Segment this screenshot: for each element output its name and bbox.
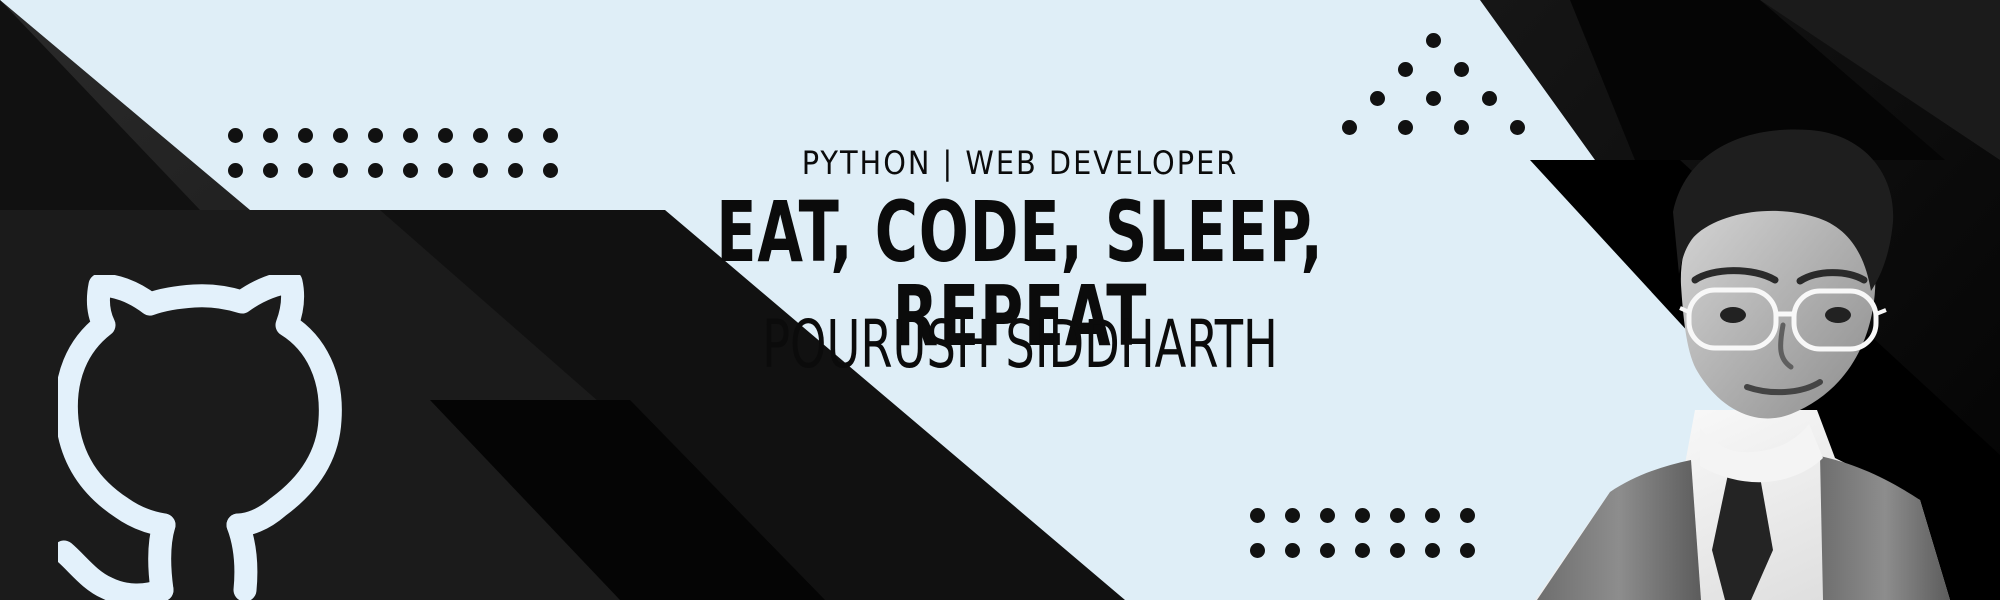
dot <box>228 128 243 143</box>
dot <box>1370 91 1385 106</box>
dot <box>1390 508 1405 523</box>
dot <box>1426 33 1441 48</box>
dot <box>263 128 278 143</box>
role-subtitle: PYTHON | WEB DEVELOPER <box>801 144 1239 182</box>
dot <box>543 128 558 143</box>
dot <box>1342 120 1357 135</box>
dot <box>263 163 278 178</box>
dot <box>1398 62 1413 77</box>
dot <box>1250 508 1265 523</box>
dot <box>1250 543 1265 558</box>
dot <box>298 128 313 143</box>
dot <box>403 163 418 178</box>
dot <box>1320 543 1335 558</box>
dot <box>1398 120 1413 135</box>
dot <box>473 128 488 143</box>
dot <box>228 163 243 178</box>
dot <box>368 163 383 178</box>
github-cat-icon <box>58 275 342 600</box>
dot <box>1285 543 1300 558</box>
person-name: POURUSH SIDDHARTH <box>762 306 1278 383</box>
profile-photo <box>1535 129 1950 600</box>
dot <box>333 128 348 143</box>
dot <box>438 128 453 143</box>
dot <box>1425 508 1440 523</box>
dot <box>508 128 523 143</box>
dot <box>1426 91 1441 106</box>
profile-banner: PYTHON | WEB DEVELOPER EAT, CODE, SLEEP,… <box>0 0 2000 600</box>
dot <box>1425 543 1440 558</box>
dot <box>1355 508 1370 523</box>
dot <box>1355 543 1370 558</box>
dot <box>1390 543 1405 558</box>
dot <box>1285 508 1300 523</box>
dot <box>473 163 488 178</box>
dot <box>1482 91 1497 106</box>
bottom-dot-pattern <box>1250 508 1475 558</box>
dot <box>1454 62 1469 77</box>
dot <box>298 163 313 178</box>
dot <box>333 163 348 178</box>
dot <box>438 163 453 178</box>
dot <box>1320 508 1335 523</box>
dot <box>368 128 383 143</box>
dot <box>403 128 418 143</box>
